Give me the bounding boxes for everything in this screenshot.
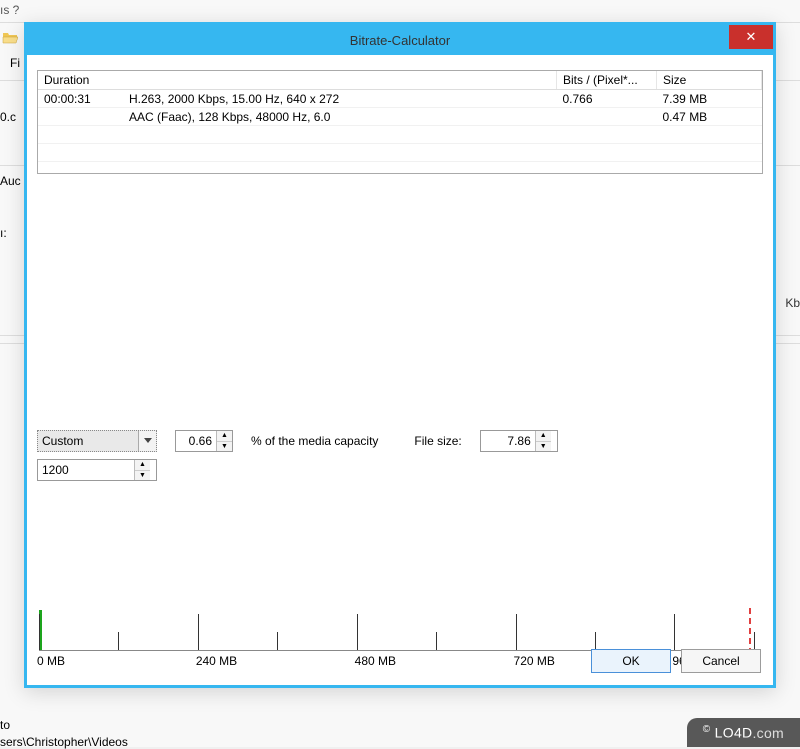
ok-button[interactable]: OK <box>591 649 671 673</box>
ruler-tick <box>198 614 199 650</box>
preset-combo[interactable]: Custom <box>37 430 157 452</box>
watermark-suffix: .com <box>752 725 784 741</box>
ruler-tick <box>357 614 358 650</box>
table-row[interactable]: AAC (Faac), 128 Kbps, 48000 Hz, 6.0 0.47… <box>38 108 762 126</box>
table-row[interactable]: 00:00:31 H.263, 2000 Kbps, 15.00 Hz, 640… <box>38 90 762 108</box>
dialog-title: Bitrate-Calculator <box>350 33 450 48</box>
percent-input[interactable] <box>176 431 216 451</box>
cell-desc: AAC (Faac), 128 Kbps, 48000 Hz, 6.0 <box>123 108 557 126</box>
ruler-label: 720 MB <box>514 654 555 668</box>
ruler-tick <box>277 632 278 650</box>
cell-desc: H.263, 2000 Kbps, 15.00 Hz, 640 x 272 <box>123 90 557 108</box>
arrow-down-icon[interactable]: ▼ <box>217 442 232 452</box>
kb-label: Kb <box>785 296 800 310</box>
cell-size: 7.39 MB <box>657 90 762 108</box>
ruler-tick <box>436 632 437 650</box>
ruler-tick <box>516 614 517 650</box>
col-duration[interactable]: Duration <box>38 71 557 90</box>
ruler-label: 0 MB <box>37 654 65 668</box>
percent-label: % of the media capacity <box>251 434 378 448</box>
table-row <box>38 126 762 144</box>
close-button[interactable]: ✕ <box>729 25 773 49</box>
cell-bits: 0.766 <box>557 90 657 108</box>
aud-label: Auc <box>0 174 21 188</box>
cell-bits <box>557 108 657 126</box>
ruler-label: 240 MB <box>196 654 237 668</box>
table-row <box>38 144 762 162</box>
col-size[interactable]: Size <box>657 71 762 90</box>
cell-duration <box>38 108 123 126</box>
table-header-row: Duration Bits / (Pixel*... Size <box>38 71 762 90</box>
ruler-tick <box>39 614 40 650</box>
watermark: © LO4D.com <box>687 718 800 747</box>
col-bits[interactable]: Bits / (Pixel*... <box>557 71 657 90</box>
size-ruler[interactable]: 0 MB 240 MB 480 MB 720 MB 960 MB <box>39 595 761 651</box>
chevron-down-icon[interactable] <box>138 431 156 451</box>
spinner-arrows[interactable]: ▲▼ <box>535 431 551 451</box>
ruler-tick <box>754 632 755 650</box>
bitrate-row: ▲▼ <box>37 459 157 481</box>
filesize-input[interactable] <box>481 431 535 451</box>
arrow-up-icon[interactable]: ▲ <box>536 431 551 442</box>
controls-row: Custom ▲▼ % of the media capacity File s… <box>37 430 763 452</box>
bitrate-calculator-dialog: Bitrate-Calculator ✕ Duration Bits / (Pi… <box>24 22 776 688</box>
streams-table[interactable]: Duration Bits / (Pixel*... Size 00:00:31… <box>37 70 763 174</box>
bitrate-stepper[interactable]: ▲▼ <box>37 459 157 481</box>
spinner-arrows[interactable]: ▲▼ <box>216 431 232 451</box>
spinner-arrows[interactable]: ▲▼ <box>134 460 150 480</box>
dialog-body: Duration Bits / (Pixel*... Size 00:00:31… <box>27 55 773 685</box>
arrow-up-icon[interactable]: ▲ <box>135 460 150 471</box>
percent-stepper[interactable]: ▲▼ <box>175 430 233 452</box>
bitrate-input[interactable] <box>38 460 134 480</box>
arrow-down-icon[interactable]: ▼ <box>135 471 150 481</box>
ruler-limit <box>749 608 751 654</box>
cell-duration: 00:00:31 <box>38 90 123 108</box>
to-label: to <box>0 718 10 732</box>
titlebar[interactable]: Bitrate-Calculator ✕ <box>27 25 773 55</box>
colon-label: ı: <box>0 226 7 240</box>
watermark-text: LO4D <box>715 725 753 741</box>
arrow-down-icon[interactable]: ▼ <box>536 442 551 452</box>
ruler-tick <box>595 632 596 650</box>
filesize-label: File size: <box>414 434 461 448</box>
filesize-stepper[interactable]: ▲▼ <box>480 430 558 452</box>
dialog-buttons: OK Cancel <box>591 649 761 673</box>
close-icon: ✕ <box>746 29 757 45</box>
arrow-up-icon[interactable]: ▲ <box>217 431 232 442</box>
fi-label: Fi <box>10 56 20 70</box>
ruler-tick <box>118 632 119 650</box>
folder-open-icon[interactable] <box>2 30 18 46</box>
parent-menu-fragment: ıs ? <box>0 3 19 17</box>
preset-value: Custom <box>42 434 83 448</box>
ruler-tick <box>674 614 675 650</box>
ruler-label: 480 MB <box>355 654 396 668</box>
ext-fragment: 0.c <box>0 110 16 124</box>
cancel-button[interactable]: Cancel <box>681 649 761 673</box>
cell-size: 0.47 MB <box>657 108 762 126</box>
